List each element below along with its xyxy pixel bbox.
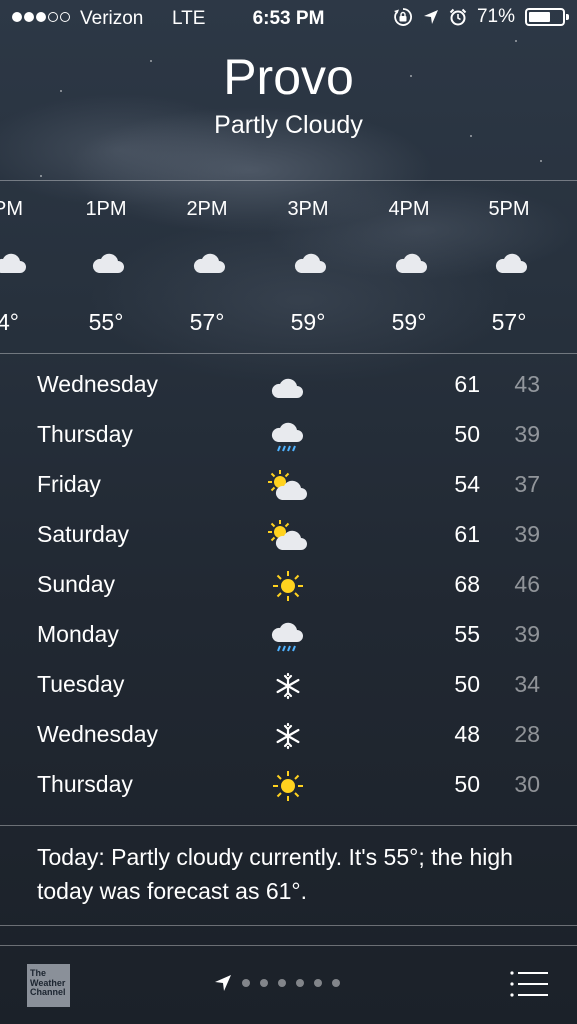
day-name: Thursday <box>37 771 133 797</box>
partly-sunny-icon <box>268 470 307 500</box>
battery-icon <box>525 8 569 26</box>
day-low: 46 <box>514 571 540 597</box>
city-list-icon[interactable] <box>509 970 549 998</box>
day-low: 39 <box>514 521 540 547</box>
page-dot <box>296 979 304 987</box>
partly-sunny-icon <box>268 520 307 550</box>
day-high: 50 <box>454 671 480 697</box>
day-name: Sunday <box>37 571 116 597</box>
hour-item: 2PM 57° <box>157 181 257 353</box>
hour-temp: 4° <box>0 309 19 335</box>
day-row: Wednesday 48 28 <box>0 712 577 762</box>
day-high: 68 <box>454 571 480 597</box>
orientation-lock-icon <box>393 8 412 26</box>
day-low: 34 <box>514 671 540 697</box>
hourly-forecast[interactable]: PM 4° 1PM 55° 2PM 57° 3PM 59° 4PM 59° 5P… <box>0 181 577 353</box>
day-high: 61 <box>454 371 480 397</box>
day-name: Friday <box>37 471 101 497</box>
day-row: Thursday 50 39 <box>0 412 577 462</box>
hour-temp: 57° <box>491 309 527 335</box>
location-arrow-icon <box>423 10 438 24</box>
cloud-icon <box>92 253 124 273</box>
hour-label: 2PM <box>186 198 228 220</box>
day-row: Thursday 50 30 <box>0 762 577 812</box>
day-name: Wednesday <box>37 721 159 747</box>
day-row: Friday 54 37 <box>0 462 577 512</box>
day-name: Tuesday <box>37 671 125 697</box>
hour-item: PM 4° <box>0 181 58 353</box>
day-low: 30 <box>514 771 540 797</box>
cloud-icon <box>395 253 427 273</box>
day-high: 55 <box>454 621 480 647</box>
cloud-icon <box>294 253 326 273</box>
day-name: Thursday <box>37 421 133 447</box>
status-bar: Verizon LTE 6:53 PM 71% <box>0 0 577 38</box>
cloud-icon <box>495 253 527 273</box>
divider <box>0 925 577 926</box>
day-low: 39 <box>514 421 540 447</box>
page-dot <box>242 979 250 987</box>
day-high: 61 <box>454 521 480 547</box>
hour-label: 5PM <box>488 198 530 220</box>
battery-percentage: 71% <box>476 6 515 27</box>
day-high: 50 <box>454 421 480 447</box>
day-low: 39 <box>514 621 540 647</box>
hour-temp: 59° <box>290 309 326 335</box>
cloud-icon <box>193 253 225 273</box>
alarm-icon <box>449 8 467 26</box>
day-name: Wednesday <box>37 371 159 397</box>
hour-item: 3PM 59° <box>258 181 358 353</box>
day-high: 48 <box>454 721 480 747</box>
day-row: Wednesday 61 43 <box>0 362 577 412</box>
snow-icon <box>276 672 300 700</box>
day-row: Sunday 68 46 <box>0 562 577 612</box>
day-high: 50 <box>454 771 480 797</box>
page-indicator[interactable] <box>214 974 340 992</box>
location-arrow-icon <box>215 975 231 991</box>
page-dot <box>314 979 322 987</box>
rain-icon <box>271 422 303 452</box>
hour-label: PM <box>0 198 23 220</box>
page-dot <box>278 979 286 987</box>
day-row: Tuesday 50 34 <box>0 662 577 712</box>
divider <box>0 353 577 354</box>
cloud-icon <box>0 253 26 273</box>
day-name: Monday <box>37 621 119 647</box>
hour-temp: 59° <box>391 309 427 335</box>
today-summary: Today: Partly cloudy currently. It's 55°… <box>37 844 513 904</box>
day-low: 43 <box>514 371 540 397</box>
page-dot <box>332 979 340 987</box>
divider <box>0 945 577 946</box>
divider <box>0 825 577 826</box>
city-name: Provo <box>223 49 354 105</box>
hour-item: 1PM 55° <box>56 181 156 353</box>
hour-temp: 57° <box>189 309 225 335</box>
hour-label: 1PM <box>85 198 127 220</box>
page-dot <box>260 979 268 987</box>
sun-icon <box>273 571 303 601</box>
rain-icon <box>271 622 303 652</box>
day-low: 28 <box>514 721 540 747</box>
hour-temp: 55° <box>88 309 124 335</box>
bottom-toolbar: The Weather Channel <box>0 948 577 1024</box>
hour-label: 3PM <box>287 198 329 220</box>
hour-item: 4PM 59° <box>359 181 459 353</box>
weather-channel-logo[interactable]: The Weather Channel <box>27 964 70 1007</box>
hour-item: 5PM 57° <box>459 181 559 353</box>
sun-icon <box>273 771 303 801</box>
day-row: Monday 55 39 <box>0 612 577 662</box>
day-high: 54 <box>454 471 480 497</box>
snow-icon <box>276 722 300 750</box>
day-low: 37 <box>514 471 540 497</box>
hour-label: 4PM <box>388 198 430 220</box>
day-row: Saturday 61 39 <box>0 512 577 562</box>
day-name: Saturday <box>37 521 130 547</box>
current-condition: Partly Cloudy <box>214 111 363 139</box>
cloud-icon <box>271 378 303 398</box>
